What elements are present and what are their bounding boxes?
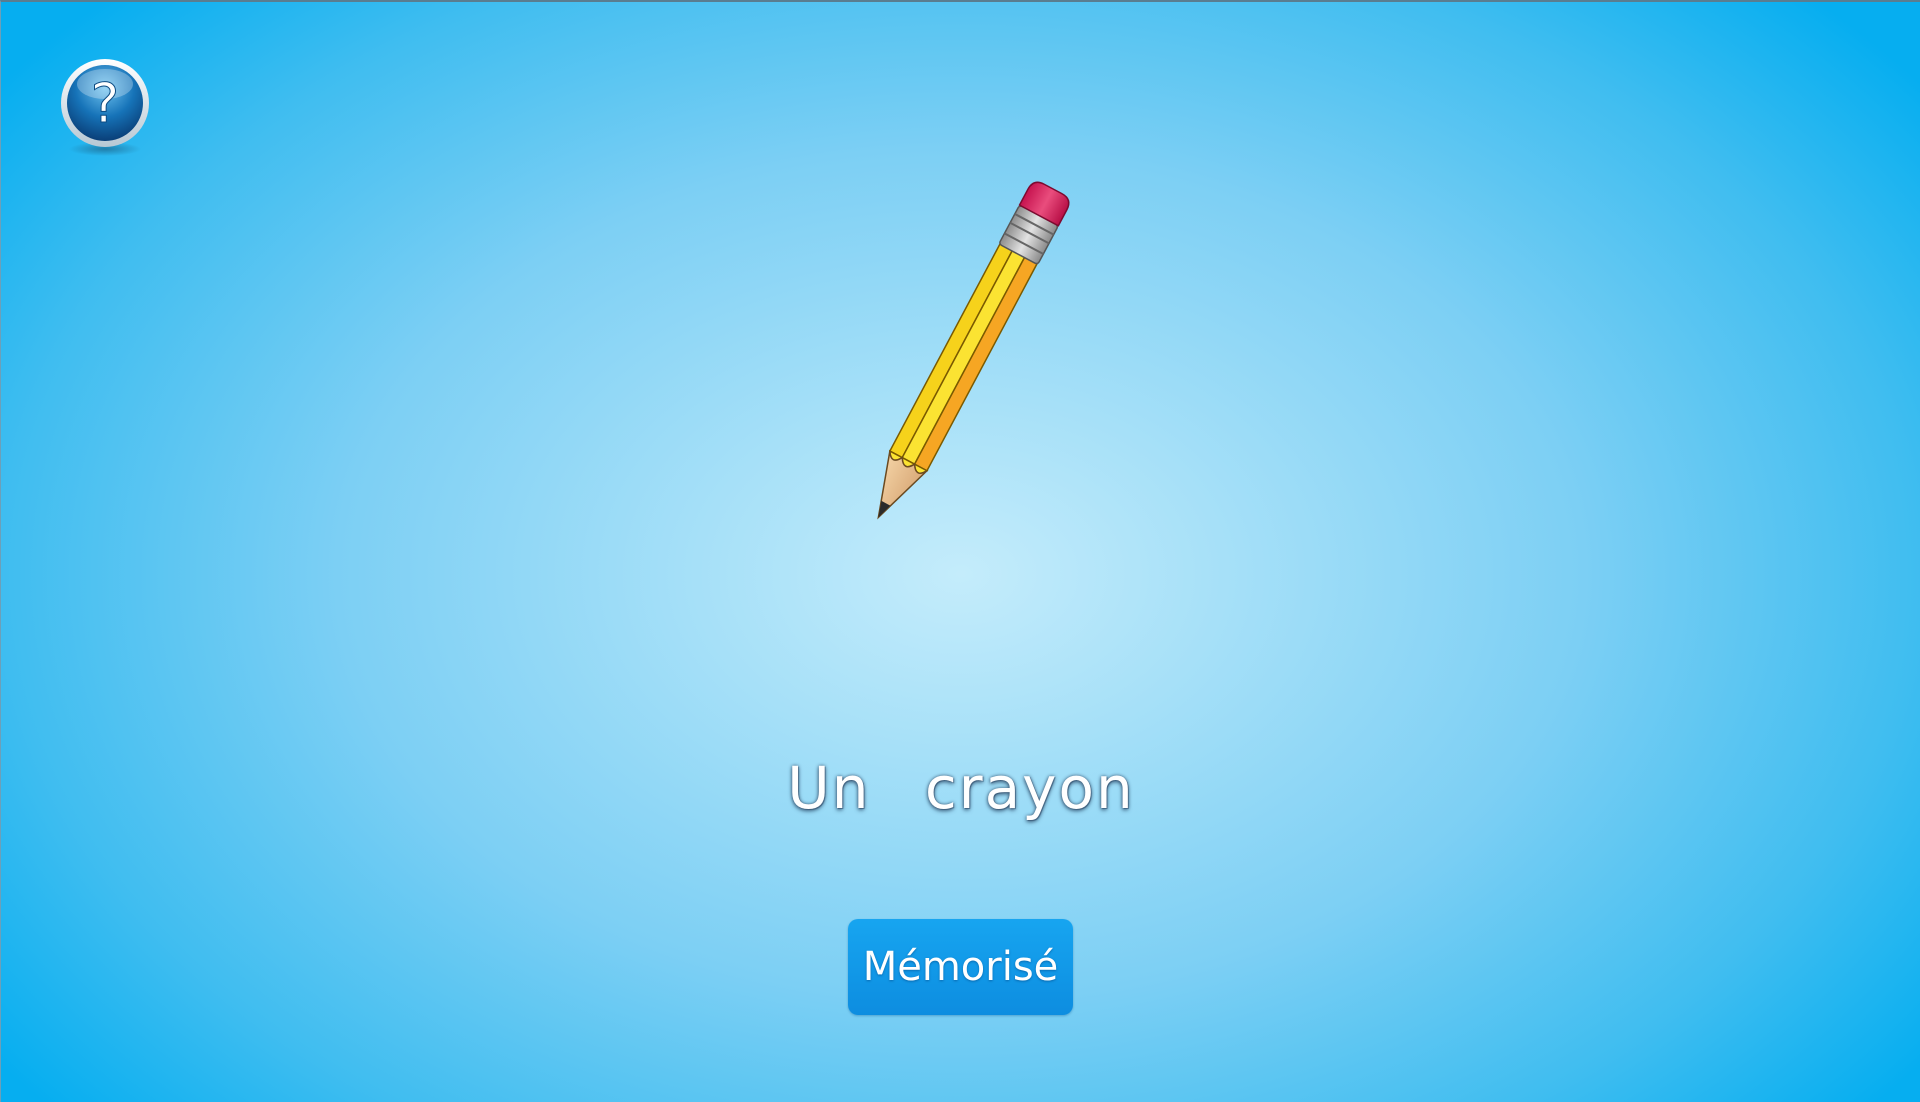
- help-glyph: ?: [91, 72, 120, 135]
- flashcard-screen: ? Un crayon Mémorisé: [0, 0, 1920, 1102]
- help-button[interactable]: ?: [59, 58, 151, 156]
- question-mark-icon: ?: [61, 59, 149, 156]
- flashcard-image: [841, 150, 1081, 570]
- pencil-icon: [877, 181, 1070, 520]
- flashcard-word: Un crayon: [787, 754, 1135, 822]
- memorized-button[interactable]: Mémorisé: [848, 919, 1073, 1015]
